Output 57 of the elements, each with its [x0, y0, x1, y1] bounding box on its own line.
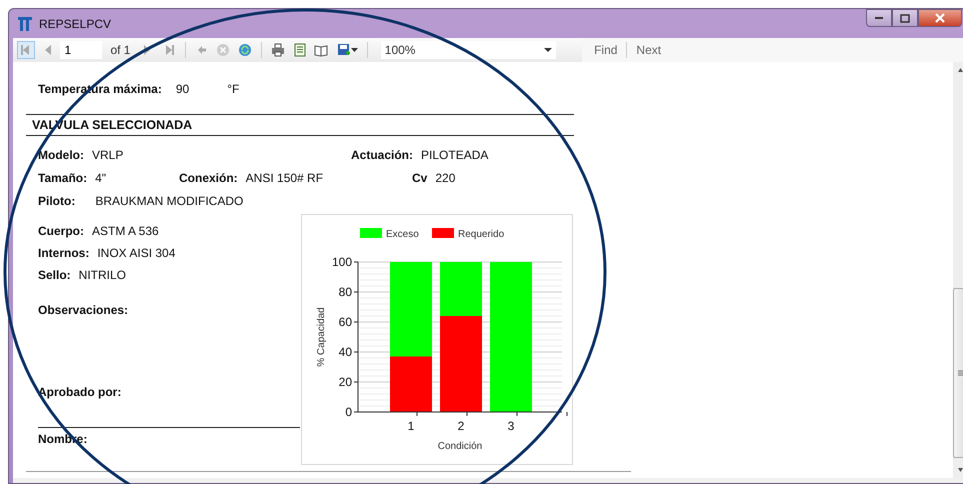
y-tick-label: 0 — [345, 405, 352, 419]
stop-icon — [216, 43, 230, 57]
printer-icon — [270, 43, 285, 57]
y-tick-label: 100 — [332, 255, 352, 269]
scroll-down-icon[interactable] — [958, 468, 963, 472]
page-count: of 1 — [110, 43, 130, 57]
minimize-icon — [875, 17, 883, 19]
x-axis-title: Condición — [438, 441, 482, 452]
field-value: ASTM A 536 — [92, 224, 159, 238]
refresh-icon — [238, 43, 252, 57]
field-label: Cv — [412, 171, 428, 185]
field-value: 220 — [435, 171, 456, 185]
field-label: Tamaño: — [38, 171, 88, 185]
zoom-dropdown[interactable]: 100% — [380, 41, 556, 59]
field-value: PILOTEADA — [421, 148, 488, 162]
unit-label: °F — [227, 82, 240, 96]
app-logo-icon — [17, 16, 33, 32]
maximize-button[interactable] — [892, 9, 918, 27]
close-button[interactable] — [918, 9, 962, 27]
find-link[interactable]: Find — [594, 43, 618, 57]
field-value: 90 — [176, 82, 190, 96]
field-label: Internos: — [38, 246, 90, 260]
field-value: VRLP — [92, 148, 124, 162]
maximize-icon — [900, 14, 910, 22]
page-icon — [292, 43, 307, 57]
y-tick-label: 80 — [338, 285, 352, 299]
y-tick-label: 20 — [338, 375, 352, 389]
field-value: ANSI 150# RF — [246, 171, 324, 185]
x-tick-label: 1 — [408, 419, 414, 433]
field-value: INOX AISI 304 — [97, 246, 176, 260]
field-label: Piloto: — [38, 194, 76, 208]
legend-label: Exceso — [386, 229, 419, 240]
scroll-up-icon[interactable] — [958, 68, 963, 72]
field-label: Modelo: — [38, 148, 84, 162]
x-tick-label: 2 — [458, 419, 464, 433]
caret-icon — [350, 48, 358, 52]
field-label: Sello: — [38, 268, 71, 282]
field-label: Conexión: — [179, 171, 238, 185]
y-tick-label: 60 — [338, 315, 352, 329]
legend-label: Requerido — [458, 229, 504, 240]
close-icon — [935, 13, 945, 23]
x-tick-label: 3 — [508, 419, 514, 433]
next-link[interactable]: Next — [636, 43, 662, 57]
window-title: REPSELPCV — [39, 16, 112, 30]
field-value: 4" — [95, 171, 106, 185]
field-value: BRAUKMAN MODIFICADO — [95, 194, 244, 208]
field-value: NITRILO — [78, 268, 126, 282]
book-icon — [314, 43, 328, 57]
field-label: Actuación: — [351, 148, 414, 162]
minimize-button[interactable] — [866, 9, 892, 27]
print-button[interactable] — [269, 41, 287, 59]
y-tick-label: 40 — [338, 345, 352, 359]
field-label: Cuerpo: — [38, 224, 84, 238]
field-label: Observaciones: — [38, 303, 128, 317]
page-number-field[interactable]: 1 — [60, 41, 102, 59]
y-axis-title: % Capacidad — [316, 307, 327, 367]
caret-icon — [544, 48, 552, 52]
